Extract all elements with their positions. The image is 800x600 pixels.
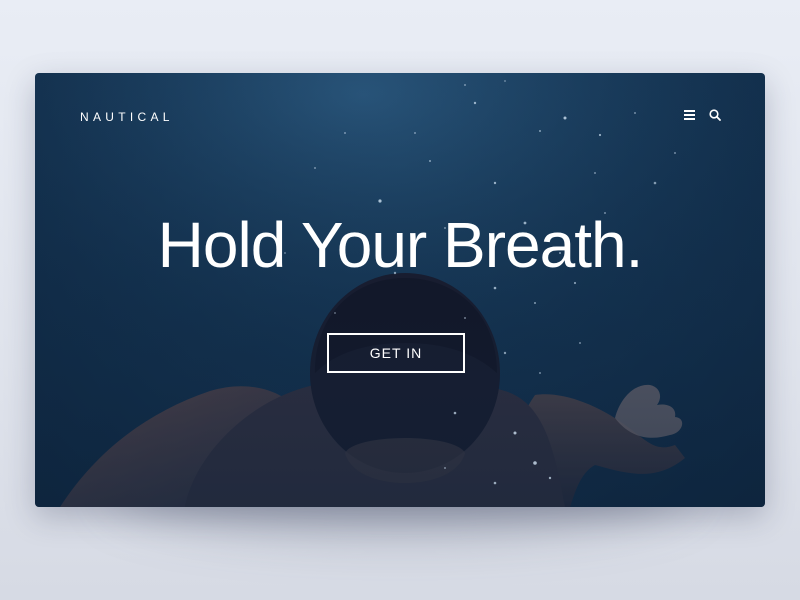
hero-background-photo	[35, 73, 765, 507]
menu-icon[interactable]	[683, 109, 695, 121]
top-nav	[683, 109, 721, 121]
hero-banner: NAUTICAL Hold Your Breath. GET IN	[35, 73, 765, 507]
get-in-button[interactable]: GET IN	[327, 333, 465, 373]
search-icon[interactable]	[709, 109, 721, 121]
hero-headline: Hold Your Breath.	[157, 209, 644, 281]
brand-logo[interactable]: NAUTICAL	[80, 110, 174, 124]
